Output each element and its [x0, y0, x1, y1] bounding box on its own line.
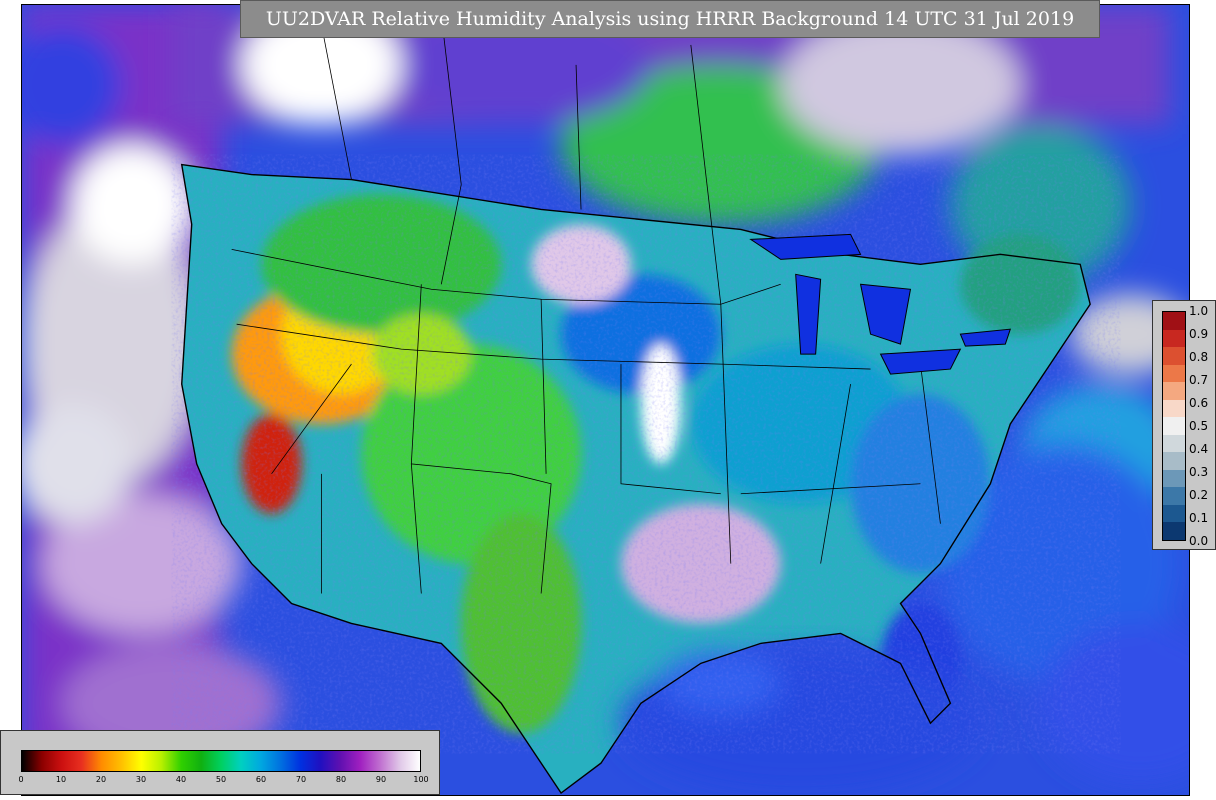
ratio-tick-label: 0.0 [1189, 534, 1209, 548]
ratio-tick-label: 1.0 [1189, 304, 1209, 318]
rh-tick-label: 80 [335, 775, 347, 784]
ratio-colorbar-segment [1163, 399, 1185, 418]
ratio-tick-label: 0.9 [1189, 327, 1209, 341]
observation-speckle [171, 154, 1121, 754]
ratio-colorbar-segment [1163, 434, 1185, 453]
rh-tick-label: 10 [55, 775, 67, 784]
rh-tick-label: 70 [295, 775, 307, 784]
ratio-colorbar-segment [1163, 417, 1185, 435]
ratio-colorbar-segment [1163, 382, 1185, 400]
map-canvas [22, 5, 1189, 795]
ratio-tick-label: 0.5 [1189, 419, 1209, 433]
ratio-tick-label: 0.6 [1189, 396, 1209, 410]
ratio-tick-label: 0.8 [1189, 350, 1209, 364]
rh-tick-label: 20 [95, 775, 107, 784]
ratio-colorbar-segment [1163, 364, 1185, 383]
ratio-tick-label: 0.7 [1189, 373, 1209, 387]
ratio-tick-label: 0.3 [1189, 465, 1209, 479]
map-title: UU2DVAR Relative Humidity Analysis using… [240, 0, 1100, 38]
ratio-tick-label: 0.4 [1189, 442, 1209, 456]
rh-colorbar: 0 10 20 30 40 50 60 70 80 90 100 [0, 730, 440, 795]
ratio-tick-label: 0.2 [1189, 488, 1209, 502]
ratio-colorbar-segment [1163, 487, 1185, 505]
ratio-colorbar-segment [1163, 452, 1185, 470]
rh-tick-label: 90 [375, 775, 387, 784]
rh-tick-label: 100 [413, 775, 429, 784]
rh-tick-label: 60 [255, 775, 267, 784]
ratio-colorbar-segment [1163, 469, 1185, 488]
ratio-colorbar-gradient [1162, 311, 1186, 541]
rh-tick-label: 50 [215, 775, 227, 784]
ratio-colorbar-segment [1163, 329, 1185, 348]
ratio-tick-label: 0.1 [1189, 511, 1209, 525]
rh-analysis-map[interactable] [21, 4, 1190, 796]
rh-colorbar-gradient [21, 750, 421, 772]
ratio-colorbar-segment [1163, 522, 1185, 540]
ratio-colorbar: 1.0 0.9 0.8 0.7 0.6 0.5 0.4 0.3 0.2 0.1 0.0 [1152, 300, 1216, 550]
ratio-colorbar-segment [1163, 347, 1185, 365]
rh-tick-label: 0 [18, 775, 24, 784]
ratio-colorbar-segment [1163, 312, 1185, 330]
ratio-colorbar-segment [1163, 504, 1185, 523]
rh-tick-label: 40 [175, 775, 187, 784]
rh-tick-label: 30 [135, 775, 147, 784]
